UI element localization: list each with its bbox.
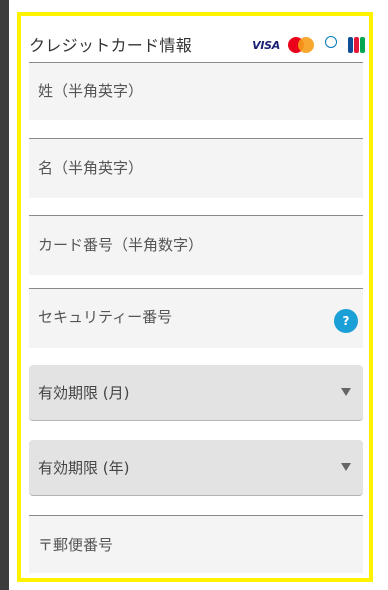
expiry-year-select[interactable]: 有効期限 (年) bbox=[29, 440, 363, 496]
card-number-placeholder: カード番号（半角数字） bbox=[38, 236, 204, 254]
postal-code-placeholder: 〒郵便番号 bbox=[38, 536, 114, 554]
form-title: クレジットカード情報 bbox=[29, 36, 193, 55]
page-background-strip bbox=[0, 0, 9, 590]
expiry-month-label: 有効期限 (月) bbox=[38, 384, 130, 402]
visa-logo-icon: VISA bbox=[252, 38, 280, 52]
card-form: クレジットカード情報 VISA 姓（半角英字） 名（半角英字） カード番号（半角… bbox=[25, 20, 365, 574]
jcb-logo-icon bbox=[348, 37, 365, 53]
first-name-field[interactable]: 名（半角英字） bbox=[29, 138, 363, 198]
last-name-field[interactable]: 姓（半角英字） bbox=[29, 62, 363, 120]
security-code-field[interactable]: セキュリティー番号 ? bbox=[29, 288, 363, 348]
highlight-frame: クレジットカード情報 VISA 姓（半角英字） 名（半角英字） カード番号（半角… bbox=[17, 12, 373, 582]
form-header: クレジットカード情報 VISA bbox=[29, 26, 365, 62]
card-number-field[interactable]: カード番号（半角数字） bbox=[29, 215, 363, 275]
help-icon[interactable]: ? bbox=[334, 309, 358, 333]
card-brand-logos: VISA bbox=[252, 36, 365, 54]
diners-club-logo-icon bbox=[320, 36, 342, 54]
dropdown-arrow-icon bbox=[341, 463, 351, 471]
mastercard-logo-icon bbox=[288, 37, 314, 53]
expiry-month-select[interactable]: 有効期限 (月) bbox=[29, 365, 363, 421]
last-name-placeholder: 姓（半角英字） bbox=[38, 82, 144, 100]
expiry-year-label: 有効期限 (年) bbox=[38, 459, 130, 477]
postal-code-field[interactable]: 〒郵便番号 bbox=[29, 515, 363, 573]
dropdown-arrow-icon bbox=[341, 388, 351, 396]
security-code-placeholder: セキュリティー番号 bbox=[38, 308, 173, 326]
first-name-placeholder: 名（半角英字） bbox=[38, 159, 144, 177]
payment-panel: クレジットカード情報 VISA 姓（半角英字） 名（半角英字） カード番号（半角… bbox=[9, 0, 388, 590]
